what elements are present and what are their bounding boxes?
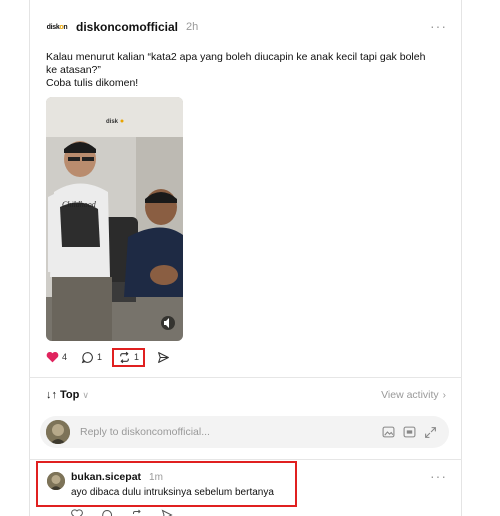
comment-more-icon[interactable]: ··· <box>430 468 500 484</box>
wall-logo-text: disk <box>106 119 119 125</box>
sort-icon: ↓↑ <box>46 389 57 401</box>
gif-icon[interactable] <box>403 426 416 438</box>
comment-icon <box>81 351 93 363</box>
avatar[interactable]: disk o n <box>46 20 68 34</box>
view-activity-label: View activity <box>381 389 439 401</box>
video-frame: disk Childhood <box>46 97 183 341</box>
image-icon[interactable] <box>382 426 395 438</box>
reply-tools <box>374 426 437 439</box>
comment-icon[interactable] <box>101 509 113 516</box>
avatar <box>46 420 70 444</box>
chevron-right-icon: › <box>442 389 446 401</box>
heart-icon <box>46 351 59 363</box>
post-more-icon[interactable]: ··· <box>430 18 500 34</box>
share-button[interactable] <box>157 351 173 364</box>
post-actions: 4 1 1 <box>46 347 187 367</box>
reply-placeholder: Reply to diskoncomofficial... <box>80 426 210 438</box>
repost-icon <box>120 351 129 363</box>
comment-actions <box>71 509 191 516</box>
post-video[interactable]: disk Childhood <box>46 97 183 341</box>
heart-icon[interactable] <box>71 509 83 516</box>
reply-input[interactable]: Reply to diskoncomofficial... <box>40 416 449 448</box>
shirt-text: Childhood <box>62 200 97 209</box>
view-activity-link[interactable]: View activity › <box>381 389 446 401</box>
divider <box>29 377 462 378</box>
avatar[interactable] <box>47 472 65 490</box>
sort-label: Top <box>60 389 80 401</box>
comment-time[interactable]: 1m <box>149 472 163 483</box>
post-caption: Kalau menurut kalian “kata2 apa yang bol… <box>46 51 426 90</box>
caption-line: ke atasan?” <box>46 64 101 76</box>
send-icon[interactable] <box>161 509 173 516</box>
comment-username[interactable]: bukan.sicepat <box>71 471 141 483</box>
sort-row: ↓↑ Top ∨ View activity › <box>46 389 446 401</box>
expand-icon[interactable] <box>424 426 437 439</box>
sort-dropdown[interactable]: ↓↑ Top ∨ <box>46 389 89 401</box>
post-time[interactable]: 2h <box>186 21 198 33</box>
like-count: 4 <box>62 352 68 362</box>
repost-count: 1 <box>134 352 140 362</box>
caption-line: Kalau menurut kalian “kata2 apa yang bol… <box>46 51 426 63</box>
avatar-text-end: n <box>63 23 68 31</box>
highlighted-comment <box>36 461 297 507</box>
comment-text: ayo dibaca dulu intruksinya sebelum bert… <box>71 487 274 498</box>
comment-button[interactable]: 1 <box>81 351 102 364</box>
repost-button[interactable]: 1 <box>112 347 146 367</box>
like-button[interactable]: 4 <box>46 351 67 363</box>
post-username[interactable]: diskoncomofficial <box>76 20 178 34</box>
chevron-down-icon: ∨ <box>82 389 89 400</box>
caption-line: Coba tulis dikomen! <box>46 77 139 89</box>
divider <box>29 459 462 460</box>
comment-header: bukan.sicepat 1m <box>71 471 163 483</box>
send-icon <box>158 351 169 363</box>
comment-count: 1 <box>97 352 103 362</box>
repost-icon[interactable] <box>131 509 143 516</box>
avatar-text: disk <box>46 23 60 31</box>
post-header: disk o n diskoncomofficial 2h <box>46 20 198 34</box>
